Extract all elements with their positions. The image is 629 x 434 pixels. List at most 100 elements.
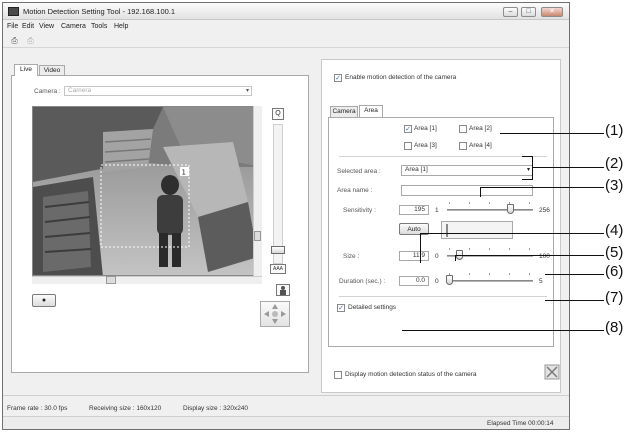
duration-slider-thumb[interactable] [446,275,453,285]
sensitivity-slider-thumb[interactable] [506,204,514,214]
area-2-checkbox[interactable] [459,125,467,133]
camera-connect-icon[interactable]: ⎙ [9,36,20,46]
callout-line [420,233,421,263]
slider-tick [529,248,530,250]
tab-live[interactable]: Live [14,64,38,76]
frame-rate-status: Frame rate : 30.0 fps [7,405,68,412]
minimize-button[interactable]: – [503,7,518,17]
menu-tools[interactable]: Tools [91,23,107,30]
chevron-down-icon: ▾ [526,167,530,173]
area-3-checkbox[interactable] [404,142,412,150]
callout-line [532,167,604,168]
tab-area[interactable]: Area [359,105,383,117]
callout-line [545,300,604,301]
slider-tick [449,202,450,204]
callout-6: (6) [605,263,624,280]
duration-slider[interactable] [445,270,535,286]
zoom-slider-track[interactable] [273,124,283,264]
area-4-checkbox[interactable] [459,142,467,150]
sensitivity-label: Sensitivity : [343,207,376,214]
size-label: Size : [343,253,360,260]
sensitivity-slider-track [447,209,533,211]
area-2-label: Area [2] [469,125,492,132]
callout-line [545,274,604,275]
callout-line [402,330,604,331]
enable-detection-label: Enable motion detection of the camera [345,74,457,81]
zoom-icon[interactable]: Q [272,108,284,120]
vertical-scrollbar[interactable] [253,106,262,276]
callout-line [522,156,533,157]
callout-1: (1) [605,122,624,139]
elapsed-time: Elapsed Time 00:00:14 [487,420,554,427]
menu-camera[interactable]: Camera [61,23,86,30]
divider [339,296,547,297]
callout-line [532,156,533,180]
close-button[interactable]: ✕ [541,7,563,17]
area-1-label: Area [1] [414,125,437,132]
area-name-label: Area name : [337,187,373,194]
slider-tick [509,248,510,250]
horizontal-scroll-thumb[interactable] [106,276,116,284]
duration-max-label: 5 [539,278,543,285]
level-meter-bar [446,224,448,237]
tab-camera[interactable]: Camera [330,106,358,117]
divider [339,156,547,157]
callout-3: (3) [605,177,624,194]
enable-detection-checkbox[interactable]: ✓ [334,74,342,82]
vertical-scroll-thumb[interactable] [254,231,261,241]
area-3-label: Area [3] [414,142,437,149]
detailed-settings-checkbox[interactable]: ✓ [337,304,345,312]
slider-tick [469,273,470,275]
selected-area-value: Area [1] [405,166,428,173]
camera-label: Camera : [34,88,61,95]
status-bar: Elapsed Time 00:00:14 [3,416,569,429]
callout-line [455,255,604,256]
motion-status-icon [544,364,560,380]
chevron-down-icon: ▾ [245,88,249,94]
callout-8: (8) [605,319,624,336]
zoom-slider-thumb[interactable] [271,246,285,254]
duration-input[interactable]: 0.0 [399,276,429,286]
size-input[interactable]: 11.9 [399,251,429,261]
area-1-checkbox[interactable]: ✓ [404,125,412,133]
menu-help[interactable]: Help [114,23,128,30]
menu-bar: File Edit View Camera Tools Help [3,21,569,33]
menu-edit[interactable]: Edit [22,23,34,30]
record-button[interactable]: ● [32,294,56,307]
sensitivity-input[interactable]: 195 [399,205,429,215]
camera-select[interactable]: Camera ▾ [64,86,252,96]
receiving-size-status: Receiving size : 160x120 [89,405,162,412]
sensitivity-level-meter [441,221,513,239]
duration-label: Duration (sec.) : [339,278,386,285]
selected-area-select[interactable]: Area [1] ▾ [401,165,533,176]
callout-line [480,187,481,197]
settings-panel: ✓ Enable motion detection of the camera … [321,59,561,393]
display-status-checkbox[interactable] [334,371,342,379]
area-4-label: Area [4] [469,142,492,149]
app-icon [8,7,19,16]
fit-size-icon[interactable]: AAA [270,264,286,274]
callout-line [522,179,533,180]
duration-min-label: 0 [435,278,439,285]
callout-line [500,133,604,134]
horizontal-scrollbar[interactable] [32,276,262,284]
menu-view[interactable]: View [39,23,54,30]
svg-text:1: 1 [182,169,186,177]
title-bar[interactable]: Motion Detection Setting Tool - 192.168.… [3,3,569,20]
maximize-button[interactable]: □ [521,7,536,17]
detailed-settings-label: Detailed settings [348,304,397,311]
display-size-status: Display size : 320x240 [183,405,249,412]
size-min-label: 0 [435,253,439,260]
camera-view[interactable]: 1 [32,106,262,276]
camera-select-value: Camera [68,87,92,94]
live-panel: Camera : Camera ▾ 1 Q AAA ● [11,75,309,373]
slider-tick [469,248,470,250]
sensitivity-slider[interactable] [445,199,535,215]
person-icon[interactable] [276,284,290,296]
camera-image: 1 [33,107,261,275]
size-slider[interactable] [445,245,535,261]
selected-area-label: Selected area : [337,168,381,175]
menu-file[interactable]: File [7,23,18,30]
pan-tilt-icon[interactable] [260,301,290,327]
camera-disconnect-icon[interactable]: ⎙ [25,36,36,46]
